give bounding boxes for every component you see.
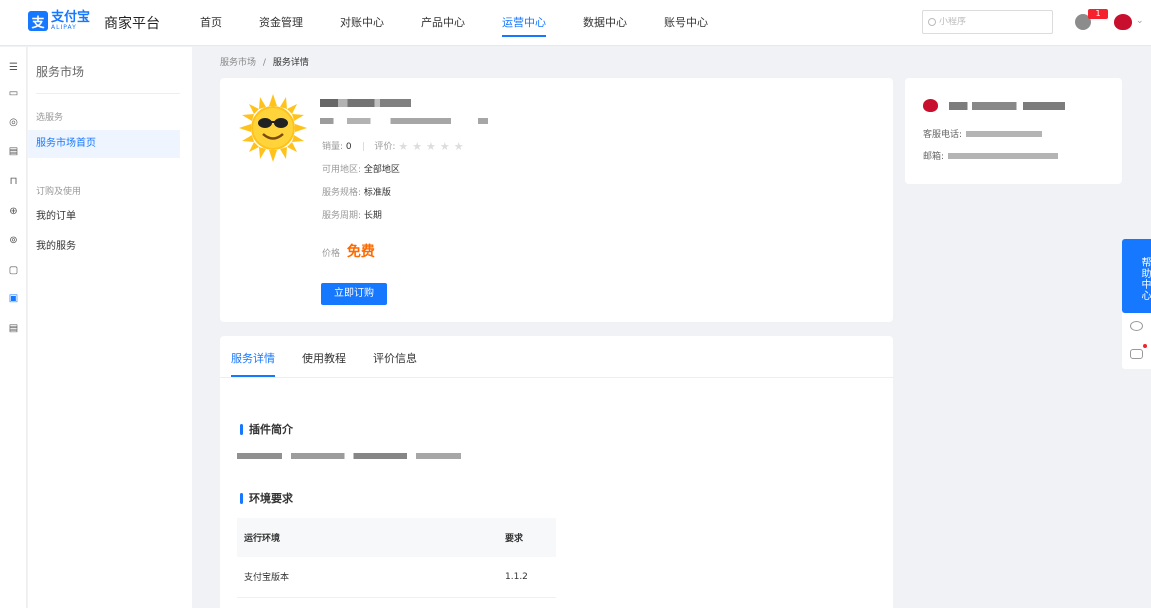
table-header-env: 运行环境 bbox=[237, 518, 498, 557]
news-badge-dot bbox=[1143, 344, 1147, 348]
sales-rating-row: 销量: 0 评价: ★★★★★ bbox=[322, 139, 468, 153]
nav-products[interactable]: 产品中心 bbox=[421, 0, 465, 46]
help-center-button[interactable]: 帮助中心 bbox=[1122, 239, 1151, 313]
email-value-redacted bbox=[948, 152, 1059, 159]
product-desc-redacted bbox=[320, 118, 488, 124]
detail-card: 服务详情 使用教程 评价信息 插件简介 环境要求 运行环境 要求 支付宝版本 1… bbox=[220, 336, 893, 608]
rating-label: 评价: bbox=[374, 142, 396, 152]
table-header-req: 要求 bbox=[498, 518, 556, 557]
nav-data[interactable]: 数据中心 bbox=[583, 0, 627, 46]
tab-tutorial[interactable]: 使用教程 bbox=[302, 350, 346, 366]
product-name-redacted bbox=[320, 99, 411, 107]
vendor-name-redacted bbox=[949, 102, 1065, 110]
sidebar-item-market-home[interactable]: 服务市场首页 bbox=[28, 130, 180, 158]
nav-reconciliation[interactable]: 对账中心 bbox=[340, 0, 384, 46]
region-value: 全部地区 bbox=[363, 165, 400, 175]
icon-rail: ☰ ▭ ◎ ▤ ⊓ ⊕ ⊚ ▢ ▣ ▤ bbox=[0, 47, 27, 608]
notification-badge: 1 bbox=[1088, 9, 1108, 19]
search-box[interactable] bbox=[922, 10, 1053, 34]
table-row: 支付宝版本 1.1.2 bbox=[237, 557, 556, 598]
service-market-icon[interactable]: ▣ bbox=[7, 293, 20, 304]
heading-bar bbox=[240, 492, 243, 504]
detail-tabs: 服务详情 使用教程 评价信息 bbox=[220, 336, 893, 378]
spec-row: 服务规格: 标准版 bbox=[322, 185, 391, 198]
table-header-row: 运行环境 要求 bbox=[237, 518, 556, 557]
main-nav: 首页 资金管理 对账中心 产品中心 运营中心 数据中心 账号中心 bbox=[200, 0, 745, 46]
sidebar-title: 服务市场 bbox=[36, 65, 85, 79]
list-icon[interactable]: ▤ bbox=[7, 323, 20, 334]
breadcrumb-separator: / bbox=[262, 58, 266, 68]
intro-text-redacted bbox=[237, 453, 461, 459]
tab-service-detail[interactable]: 服务详情 bbox=[231, 350, 275, 377]
nav-operations[interactable]: 运营中心 bbox=[502, 0, 546, 46]
phone-label: 客服电话: bbox=[923, 130, 963, 140]
vendor-card: 客服电话: 邮箱: bbox=[905, 78, 1122, 184]
vendor-logo bbox=[923, 99, 938, 112]
spec-value: 标准版 bbox=[363, 188, 391, 198]
sales-value: 0 bbox=[345, 142, 352, 152]
sidebar: 服务市场 选服务 服务市场首页 订购及使用 我的订单 我的服务 bbox=[28, 47, 192, 608]
coin-icon[interactable]: ⊚ bbox=[7, 235, 20, 246]
headset-icon[interactable] bbox=[1130, 321, 1143, 331]
sidebar-item-my-orders[interactable]: 我的订单 bbox=[28, 203, 180, 231]
sun-sunglasses-icon bbox=[239, 94, 307, 162]
period-row: 服务周期: 长期 bbox=[322, 208, 382, 221]
vendor-email-row: 邮箱: bbox=[923, 149, 1059, 162]
table-cell: 1.1.2 bbox=[498, 557, 556, 598]
star-rating-icon: ★★★★★ bbox=[398, 140, 468, 153]
product-card: 销量: 0 评价: ★★★★★ 可用地区: 全部地区 服务规格: 标准版 服务周… bbox=[220, 78, 893, 322]
region-row: 可用地区: 全部地区 bbox=[322, 162, 400, 175]
target-icon[interactable]: ◎ bbox=[7, 117, 20, 128]
menu-icon[interactable]: ☰ bbox=[7, 62, 20, 73]
heading-bar bbox=[240, 423, 243, 435]
nav-home[interactable]: 首页 bbox=[200, 0, 222, 46]
search-input[interactable] bbox=[939, 17, 1049, 27]
alipay-logo[interactable]: 支 支付宝 ALIPAY bbox=[28, 11, 90, 31]
sales-label: 销量: bbox=[322, 142, 344, 152]
price-label: 价格 bbox=[322, 249, 341, 259]
search-icon bbox=[928, 18, 936, 26]
env-table: 运行环境 要求 支付宝版本 1.1.2 bbox=[237, 518, 556, 598]
top-navbar: 支 支付宝 ALIPAY 商家平台 首页 资金管理 对账中心 产品中心 运营中心… bbox=[0, 0, 1151, 46]
breadcrumb: 服务市场 / 服务详情 bbox=[220, 55, 309, 68]
sidebar-item-my-services[interactable]: 我的服务 bbox=[28, 233, 180, 261]
email-label: 邮箱: bbox=[923, 152, 945, 162]
env-heading: 环境要求 bbox=[240, 490, 293, 506]
globe-icon[interactable]: ⊕ bbox=[7, 206, 20, 217]
region-label: 可用地区: bbox=[322, 165, 362, 175]
avatar[interactable] bbox=[1114, 14, 1132, 30]
breadcrumb-parent[interactable]: 服务市场 bbox=[220, 58, 256, 68]
platform-title: 商家平台 bbox=[104, 16, 160, 32]
tab-reviews[interactable]: 评价信息 bbox=[373, 350, 417, 366]
shop-icon[interactable]: ⊓ bbox=[7, 176, 20, 187]
intro-heading: 插件简介 bbox=[240, 421, 293, 437]
dashboard-icon[interactable]: ▭ bbox=[7, 88, 20, 99]
breadcrumb-current: 服务详情 bbox=[272, 58, 309, 68]
nav-account[interactable]: 账号中心 bbox=[664, 0, 708, 46]
table-cell: 支付宝版本 bbox=[237, 557, 498, 598]
document-icon[interactable]: ▤ bbox=[7, 146, 20, 157]
chevron-down-icon[interactable]: ⌄ bbox=[1136, 16, 1144, 26]
spec-label: 服务规格: bbox=[322, 188, 362, 198]
buy-now-button[interactable]: 立即订购 bbox=[321, 283, 387, 305]
intro-heading-text: 插件简介 bbox=[249, 423, 293, 436]
price-value: 免费 bbox=[346, 244, 375, 260]
nav-funds[interactable]: 资金管理 bbox=[259, 0, 303, 46]
logo-text-cn: 支付宝 bbox=[51, 10, 91, 25]
period-value: 长期 bbox=[363, 211, 382, 221]
news-icon[interactable] bbox=[1130, 349, 1143, 359]
vendor-phone-row: 客服电话: bbox=[923, 127, 1043, 140]
sidebar-group-usage: 订购及使用 bbox=[36, 187, 82, 197]
phone-value-redacted bbox=[966, 130, 1043, 137]
divider bbox=[36, 93, 180, 94]
wallet-icon[interactable]: ▢ bbox=[7, 265, 20, 276]
env-heading-text: 环境要求 bbox=[249, 492, 293, 505]
logo-text-en: ALIPAY bbox=[51, 24, 77, 31]
divider bbox=[362, 142, 364, 151]
sidebar-group-select: 选服务 bbox=[36, 113, 64, 123]
period-label: 服务周期: bbox=[322, 211, 362, 221]
help-tools bbox=[1122, 313, 1151, 369]
alipay-logo-icon: 支 bbox=[28, 11, 48, 31]
price-row: 价格 免费 bbox=[322, 241, 375, 261]
